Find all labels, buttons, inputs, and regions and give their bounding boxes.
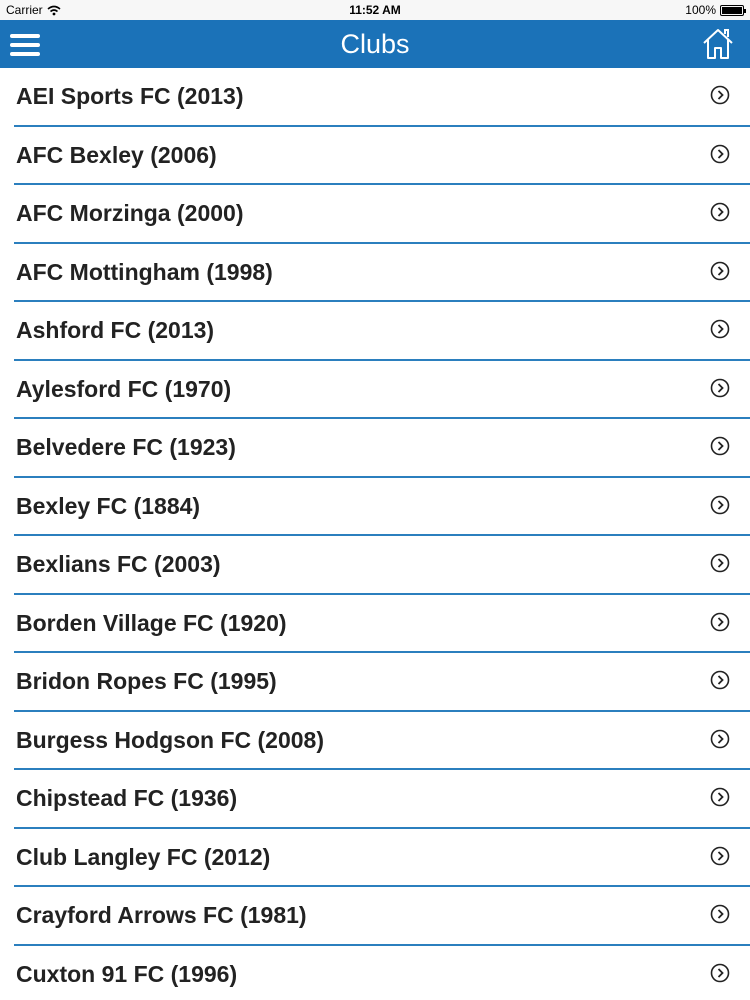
chevron-right-circle-icon: [710, 670, 730, 690]
club-row[interactable]: Bexlians FC (2003): [14, 536, 750, 595]
club-row[interactable]: Bexley FC (1884): [14, 478, 750, 536]
club-row[interactable]: Borden Village FC (1920): [14, 595, 750, 653]
club-row[interactable]: Burgess Hodgson FC (2008): [14, 712, 750, 770]
club-row[interactable]: Aylesford FC (1970): [14, 361, 750, 419]
club-label: AEI Sports FC (2013): [16, 83, 244, 109]
status-time: 11:52 AM: [349, 3, 401, 17]
club-list: AEI Sports FC (2013) AFC Bexley (2006) A…: [0, 68, 750, 1000]
club-row[interactable]: Crayford Arrows FC (1981): [14, 887, 750, 946]
club-row[interactable]: Ashford FC (2013): [14, 302, 750, 361]
club-label: AFC Mottingham (1998): [16, 258, 273, 285]
club-label: Bridon Ropes FC (1995): [16, 668, 277, 694]
club-label: Burgess Hodgson FC (2008): [16, 726, 324, 753]
chevron-right-circle-icon: [710, 378, 730, 397]
page-title: Clubs: [340, 29, 410, 59]
club-row[interactable]: AEI Sports FC (2013): [14, 68, 750, 127]
battery-fill: [722, 6, 742, 14]
club-row[interactable]: Bridon Ropes FC (1995): [14, 653, 750, 712]
club-row[interactable]: AFC Morzinga (2000): [14, 185, 750, 244]
chevron-right-circle-icon: [710, 144, 730, 163]
chevron-right-circle-icon: [710, 319, 730, 339]
club-label: Club Langley FC (2012): [16, 843, 271, 870]
navbar: Clubs: [0, 20, 750, 68]
club-row[interactable]: AFC Mottingham (1998): [14, 244, 750, 302]
battery-icon: [720, 4, 746, 16]
club-label: Aylesford FC (1970): [16, 375, 232, 402]
club-row[interactable]: AFC Bexley (2006): [14, 127, 750, 185]
club-row[interactable]: Chipstead FC (1936): [14, 770, 750, 829]
chevron-right-circle-icon: [710, 963, 730, 982]
chevron-right-circle-icon: [710, 612, 730, 631]
club-label: Cuxton 91 FC (1996): [16, 960, 238, 987]
club-row[interactable]: Cuxton 91 FC (1996): [14, 946, 750, 1000]
chevron-right-circle-icon: [710, 495, 730, 514]
club-label: AFC Bexley (2006): [16, 141, 217, 168]
club-label: AFC Morzinga (2000): [16, 200, 244, 226]
club-label: Crayford Arrows FC (1981): [16, 902, 307, 928]
home-icon[interactable]: [700, 26, 736, 62]
chevron-right-circle-icon: [710, 846, 730, 865]
chevron-right-circle-icon: [710, 85, 730, 105]
club-label: Belvedere FC (1923): [16, 434, 236, 460]
chevron-right-circle-icon: [710, 202, 730, 222]
chevron-right-circle-icon: [710, 904, 730, 924]
club-label: Ashford FC (2013): [16, 317, 215, 343]
club-label: Chipstead FC (1936): [16, 785, 238, 811]
chevron-right-circle-icon: [710, 436, 730, 456]
club-row[interactable]: Club Langley FC (2012): [14, 829, 750, 887]
status-right: 100%: [685, 3, 746, 17]
chevron-right-circle-icon: [710, 261, 730, 280]
status-bar: Carrier 11:52 AM 100%: [0, 0, 750, 20]
chevron-right-circle-icon: [710, 787, 730, 807]
club-label: Bexley FC (1884): [16, 492, 201, 519]
battery-percent: 100%: [685, 3, 716, 17]
chevron-right-circle-icon: [710, 729, 730, 748]
club-label: Bexlians FC (2003): [16, 551, 221, 577]
club-label: Borden Village FC (1920): [16, 609, 287, 636]
chevron-right-circle-icon: [710, 553, 730, 573]
club-row[interactable]: Belvedere FC (1923): [14, 419, 750, 478]
